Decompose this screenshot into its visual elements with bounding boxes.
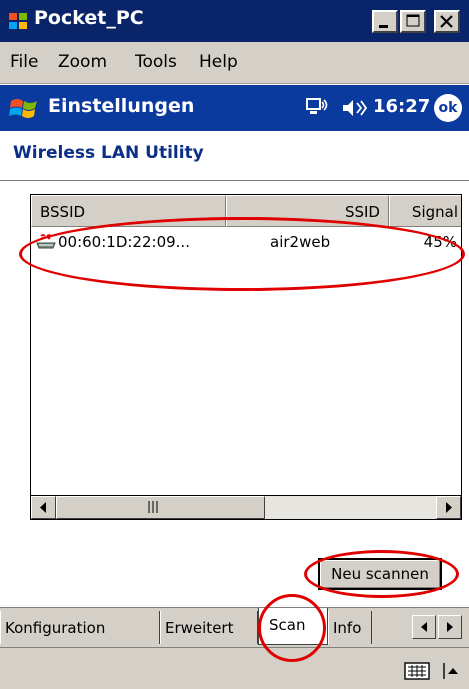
signal-value: 45% bbox=[423, 233, 457, 251]
scroll-left-button[interactable] bbox=[31, 496, 56, 519]
keyboard-icon[interactable] bbox=[404, 661, 432, 681]
tab-scroll-right-button[interactable] bbox=[438, 615, 462, 639]
arrow-left-icon bbox=[40, 502, 46, 513]
window-title-bar: Pocket_PC bbox=[0, 0, 469, 42]
tab-scan[interactable]: Scan bbox=[258, 608, 328, 645]
maximize-button[interactable] bbox=[400, 10, 426, 33]
connectivity-icon[interactable] bbox=[305, 96, 329, 120]
tab-erweitert[interactable]: Erweitert bbox=[160, 611, 258, 644]
close-icon bbox=[440, 15, 453, 28]
rescan-button[interactable]: Neu scannen bbox=[318, 558, 442, 590]
menu-bar: File Zoom Tools Help bbox=[0, 42, 469, 84]
network-row[interactable]: 00:60:1D:22:09... air2web 45% bbox=[31, 228, 461, 258]
column-header-signal[interactable]: Signal bbox=[389, 195, 461, 227]
menu-help[interactable]: Help bbox=[199, 52, 238, 72]
tab-scroll-left-button[interactable] bbox=[412, 615, 436, 639]
scroll-right-button[interactable] bbox=[436, 496, 461, 519]
tab-info[interactable]: Info bbox=[328, 611, 372, 644]
menu-file[interactable]: File bbox=[10, 52, 38, 72]
close-button[interactable] bbox=[434, 10, 460, 33]
tab-konfiguration[interactable]: Konfiguration bbox=[0, 611, 160, 644]
windows-start-icon[interactable] bbox=[8, 92, 40, 124]
title-divider bbox=[0, 180, 469, 181]
maximize-icon bbox=[406, 14, 420, 27]
clock-time[interactable]: 16:27 bbox=[373, 96, 430, 117]
tab-strip: Konfiguration Erweitert Scan Info bbox=[0, 607, 469, 647]
ssid-value: air2web bbox=[270, 233, 331, 251]
column-header-bssid[interactable]: BSSID bbox=[31, 195, 226, 227]
arrow-left-icon bbox=[421, 622, 427, 632]
column-header-ssid[interactable]: SSID bbox=[226, 195, 389, 227]
window-title: Pocket_PC bbox=[34, 7, 144, 29]
input-panel-arrow-icon[interactable] bbox=[442, 662, 462, 680]
menu-zoom[interactable]: Zoom bbox=[58, 52, 107, 72]
minimize-button[interactable] bbox=[372, 10, 398, 33]
arrow-right-icon bbox=[447, 622, 453, 632]
arrow-right-icon bbox=[446, 502, 452, 513]
navigation-bar: Einstellungen 16:27 ok bbox=[0, 85, 469, 131]
access-point-icon bbox=[36, 234, 56, 249]
page-title: Wireless LAN Utility bbox=[13, 143, 204, 163]
nav-title: Einstellungen bbox=[48, 95, 195, 117]
scrollbar-thumb[interactable] bbox=[56, 496, 265, 519]
minimize-icon bbox=[379, 25, 388, 28]
command-bar bbox=[0, 647, 469, 689]
ok-button[interactable]: ok bbox=[434, 94, 462, 122]
bssid-value: 00:60:1D:22:09... bbox=[58, 233, 190, 251]
speaker-icon[interactable] bbox=[341, 96, 367, 120]
network-list[interactable]: BSSID SSID Signal 00:60:1D:22:09... air2… bbox=[30, 194, 462, 519]
menu-tools[interactable]: Tools bbox=[135, 52, 177, 72]
horizontal-scrollbar[interactable] bbox=[30, 495, 462, 520]
app-icon bbox=[9, 13, 27, 29]
grip-icon bbox=[148, 501, 158, 513]
